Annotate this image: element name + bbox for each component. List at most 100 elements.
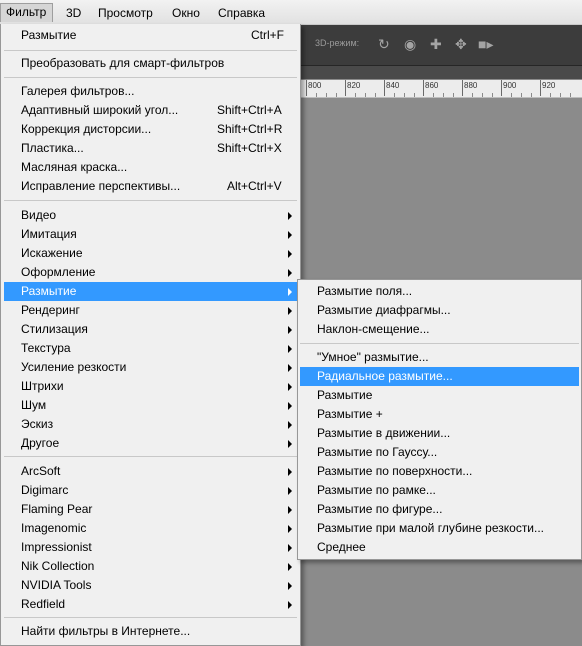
submenu-arrow-icon [288,364,292,372]
3d-pan-icon[interactable]: ✚ [430,35,442,53]
menu-item-distort[interactable]: Искажение [4,244,299,263]
menu-item-label: Размытие по фигуре... [317,502,443,516]
menu-item-iris-blur[interactable]: Размытие диафрагмы... [300,301,579,320]
submenu-arrow-icon [288,345,292,353]
ruler-tick [462,80,463,96]
menu-item-surface-blur[interactable]: Размытие по поверхности... [300,462,579,481]
menu-item-smart-blur[interactable]: "Умное" размытие... [300,348,579,367]
menu-item-label: Размытие по поверхности... [317,464,473,478]
ruler-tick [540,80,541,96]
menu-item-nik-collection[interactable]: Nik Collection [4,557,299,576]
menu-item-other[interactable]: Другое [4,434,299,453]
menu-item-tilt-shift[interactable]: Наклон-смещение... [300,320,579,339]
ruler-minor-tick [521,93,522,97]
menu-item-blur[interactable]: Размытие [4,282,299,301]
3d-slide-icon[interactable]: ✥ [455,35,467,53]
ruler-minor-tick [492,93,493,97]
ruler-label: 820 [347,81,361,90]
menu-item-label: Искажение [21,246,83,260]
menu-item-label: Digimarc [21,483,69,497]
menu-window-label: Окно [172,6,200,20]
menu-item-render[interactable]: Рендеринг [4,301,299,320]
menu-item-vanishing-point[interactable]: Исправление перспективы... Alt+Ctrl+V [4,177,299,196]
menu-3d-label: 3D [66,6,82,20]
menu-item-label: Размытие при малой глубине резкости... [317,521,545,535]
ruler-minor-tick [433,93,434,97]
menu-item-video[interactable]: Видео [4,206,299,225]
menu-item-lens-correction[interactable]: Коррекция дисторсии... Shift+Ctrl+R [4,120,299,139]
menu-item-radial-blur[interactable]: Радиальное размытие... [300,367,579,386]
menu-item-adaptive-wide-angle[interactable]: Адаптивный широкий угол... Shift+Ctrl+A [4,101,299,120]
menu-bar: Фильтр 3D Просмотр Окно Справка [0,0,582,25]
menu-item-redfield[interactable]: Redfield [4,595,299,614]
menu-window[interactable]: Окно [172,6,200,22]
menu-item-imagenomic[interactable]: Imagenomic [4,519,299,538]
menu-filter[interactable]: Фильтр [0,3,54,22]
menu-help-label: Справка [218,6,266,20]
submenu-arrow-icon [288,326,292,334]
menu-item-sharpen[interactable]: Усиление резкости [4,358,299,377]
menu-item-label: Текстура [21,341,71,355]
menu-item-average[interactable]: Среднее [300,538,579,557]
menu-item-sketch[interactable]: Эскиз [4,415,299,434]
submenu-arrow-icon [288,269,292,277]
menu-item-smart-filters[interactable]: Преобразовать для смарт-фильтров [4,54,299,73]
submenu-arrow-icon [288,487,292,495]
menu-item-label: Среднее [317,540,366,554]
menu-view-label: Просмотр [98,6,153,20]
menu-item-label: Исправление перспективы... [21,179,181,193]
submenu-arrow-icon [288,212,292,220]
menu-item-label: Коррекция дисторсии... [21,122,152,136]
menu-item-oil-paint[interactable]: Масляная краска... [4,158,299,177]
menu-item-blur-more[interactable]: Размытие + [300,405,579,424]
menu-item-label: Преобразовать для смарт-фильтров [21,56,225,70]
menu-item-label: Другое [21,436,60,450]
menu-item-brush-strokes[interactable]: Штрихи [4,377,299,396]
menu-item-arcsoft[interactable]: ArcSoft [4,462,299,481]
menu-item-lens-blur[interactable]: Размытие при малой глубине резкости... [300,519,579,538]
menu-item-label: Размытие [317,388,373,402]
menu-separator [4,50,297,51]
3d-scale-icon[interactable]: ■▸ [478,35,493,53]
menu-item-pixelate[interactable]: Оформление [4,263,299,282]
horizontal-ruler[interactable]: 800 820 840 860 880 900 920 [300,80,582,98]
menu-item-box-blur[interactable]: Размытие по рамке... [300,481,579,500]
menu-item-texture[interactable]: Текстура [4,339,299,358]
ruler-minor-tick [560,93,561,97]
menu-item-last-filter[interactable]: Размытие Ctrl+F [4,26,299,45]
menu-item-filter-gallery[interactable]: Галерея фильтров... [4,82,299,101]
menu-item-motion-blur[interactable]: Размытие в движении... [300,424,579,443]
menu-item-label: Имитация [21,227,77,241]
menu-item-field-blur[interactable]: Размытие поля... [300,282,579,301]
menu-item-artistic[interactable]: Имитация [4,225,299,244]
ruler-minor-tick [365,93,366,97]
menu-item-shape-blur[interactable]: Размытие по фигуре... [300,500,579,519]
ruler-label: 800 [308,81,322,90]
ruler-tick [501,80,502,96]
ruler-minor-tick [326,93,327,97]
menu-item-shortcut: Alt+Ctrl+V [227,179,282,193]
3d-rotate-icon[interactable]: ↻ [378,35,390,53]
menu-item-liquify[interactable]: Пластика... Shift+Ctrl+X [4,139,299,158]
menu-3d[interactable]: 3D [66,6,81,22]
menu-item-nvidia-tools[interactable]: NVIDIA Tools [4,576,299,595]
menu-item-stylize[interactable]: Стилизация [4,320,299,339]
menu-item-label: Видео [21,208,57,222]
menu-item-gaussian-blur[interactable]: Размытие по Гауссу... [300,443,579,462]
blur-submenu: Размытие поля... Размытие диафрагмы... Н… [297,279,582,560]
3d-roll-icon[interactable]: ◉ [404,35,416,53]
menu-separator [4,200,297,201]
menu-item-label: ArcSoft [21,464,61,478]
menu-view[interactable]: Просмотр [98,6,153,22]
menu-item-impressionist[interactable]: Impressionist [4,538,299,557]
menu-item-flaming-pear[interactable]: Flaming Pear [4,500,299,519]
menu-help[interactable]: Справка [218,6,265,22]
menu-item-blur[interactable]: Размытие [300,386,579,405]
menu-item-digimarc[interactable]: Digimarc [4,481,299,500]
menu-item-browse-filters-online[interactable]: Найти фильтры в Интернете... [4,622,299,641]
ruler-minor-tick [443,93,444,97]
menu-item-noise[interactable]: Шум [4,396,299,415]
ruler-minor-tick [511,93,512,97]
ruler-minor-tick [570,93,571,97]
submenu-arrow-icon [288,506,292,514]
